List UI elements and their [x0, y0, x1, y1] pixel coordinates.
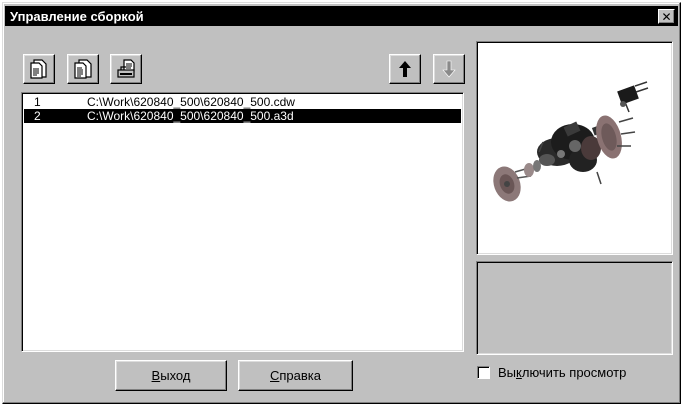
list-item-selected[interactable]: 2 C:\Work\620840_500\620840_500.a3d	[24, 109, 461, 123]
close-button[interactable]: ✕	[658, 9, 675, 24]
document-print-icon	[117, 59, 135, 78]
disable-preview-toggle[interactable]: Выключить просмотр	[477, 364, 626, 380]
assembly-preview-image	[493, 81, 649, 202]
file-list[interactable]: 1 C:\Work\620840_500\620840_500.cdw 2 C:…	[21, 92, 464, 352]
file-path: C:\Work\620840_500\620840_500.cdw	[87, 95, 295, 109]
exit-button[interactable]: Выход	[115, 360, 227, 391]
add-document-button[interactable]	[23, 54, 55, 84]
help-button[interactable]: Справка	[238, 360, 353, 391]
file-path: C:\Work\620840_500\620840_500.a3d	[87, 109, 294, 123]
document-replace-icon	[74, 59, 92, 79]
move-down-button[interactable]	[433, 54, 465, 84]
row-number: 1	[34, 95, 41, 109]
arrow-up-icon	[399, 61, 411, 77]
disable-preview-label: Выключить просмотр	[498, 364, 627, 380]
window-title: Управление сборкой	[10, 8, 144, 24]
arrow-down-icon	[442, 60, 456, 78]
move-up-button[interactable]	[389, 54, 421, 84]
help-button-label: Справка	[270, 368, 321, 383]
preview-info-box	[476, 261, 673, 355]
list-item[interactable]: 1 C:\Work\620840_500\620840_500.cdw	[24, 95, 461, 109]
preview-pane	[476, 41, 673, 255]
disable-preview-checkbox[interactable]	[477, 365, 490, 379]
exit-button-label: Выход	[151, 368, 191, 383]
row-number: 2	[34, 109, 41, 123]
document-add-icon	[30, 59, 47, 79]
replace-document-button[interactable]	[67, 54, 99, 84]
print-document-button[interactable]	[110, 54, 142, 84]
title-bar[interactable]: Управление сборкой ✕	[5, 6, 678, 26]
close-icon: ✕	[661, 9, 672, 24]
